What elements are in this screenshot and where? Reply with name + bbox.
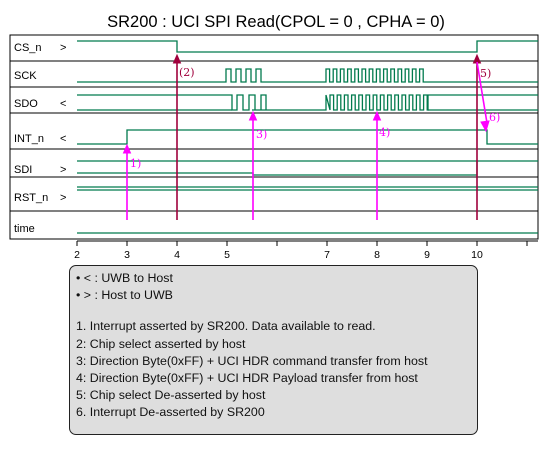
axis-tick-label: 7 [324, 249, 330, 261]
event-label: 4) [379, 126, 390, 139]
axis-tick-label: 5 [224, 249, 230, 261]
signal-direction: < [60, 133, 66, 145]
waveforms [77, 40, 538, 234]
event-label: 3) [256, 128, 267, 141]
legend-line: 5: Chip select De-asserted by host [76, 388, 266, 403]
timing-frame [9, 34, 539, 240]
signal-label: SCK [14, 70, 37, 82]
signal-label: INT_n [14, 133, 44, 145]
signal-label: SDO [14, 98, 38, 110]
axis-tick-label: 3 [124, 249, 130, 261]
axis-tick-label: 9 [424, 249, 430, 261]
legend-line: • < : UWB to Host [76, 271, 173, 285]
cs-n-wave [77, 40, 538, 53]
event-label: 5) [480, 67, 491, 80]
legend-line: • > : Host to UWB [76, 288, 173, 303]
signal-label: time [14, 223, 35, 235]
int-n-wave [77, 129, 538, 145]
legend-spacer [76, 304, 477, 318]
signal-direction: > [60, 192, 66, 204]
legend-line: 3: Direction Byte(0xFF) + UCI HDR comman… [76, 353, 428, 368]
time-axis: 2 3 4 5 7 8 9 10 [74, 240, 538, 261]
legend-line: 2: Chip select asserted by host [76, 336, 246, 351]
legend-line: 4: Direction Byte(0xFF) + UCI HDR Payloa… [76, 370, 418, 385]
axis-tick-label: 10 [471, 249, 483, 261]
event-label: (2) [179, 66, 195, 79]
signal-direction: < [60, 98, 66, 110]
legend-line: 6. Interrupt De-asserted by SR200 [76, 405, 265, 420]
sdo-wave [77, 94, 538, 111]
diagram-title: SR200 : UCI SPI Read(CPOL = 0 , CPHA = 0… [107, 13, 445, 31]
axis-tick-label: 4 [174, 249, 180, 261]
signal-label: RST_n [14, 192, 48, 204]
signal-direction: > [60, 42, 66, 54]
event-markers: 1) (2) 3) 4) 5) 6) [122, 53, 500, 220]
marker-arrowhead [172, 53, 182, 64]
signal-labels: CS_n > SCK SDO < INT_n < SDI > RST_n > time [14, 42, 66, 235]
legend-line: 1. Interrupt asserted by SR200. Data ava… [76, 319, 376, 334]
axis-tick-label: 8 [374, 249, 380, 261]
event-label: 6) [489, 111, 500, 124]
event-label: 1) [130, 157, 141, 170]
sck-wave [77, 68, 538, 83]
axis-tick-label: 2 [74, 249, 80, 261]
signal-label: SDI [14, 164, 32, 176]
frame-border [9, 34, 539, 240]
marker-arrowhead [472, 53, 482, 64]
signal-direction: > [60, 164, 66, 176]
legend-note: • < : UWB to Host • > : Host to UWB 1. I… [69, 265, 478, 435]
signal-label: CS_n [14, 42, 42, 54]
